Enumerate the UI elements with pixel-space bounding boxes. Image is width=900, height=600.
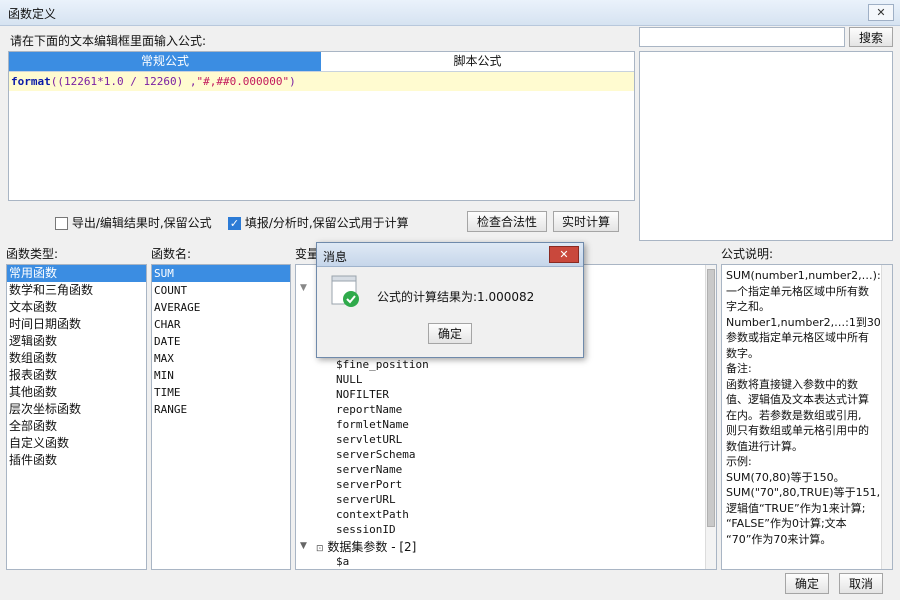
option-export-label: 导出/编辑结果时,保留公式 (71, 216, 212, 230)
dialog-ok-button[interactable]: 确定 (428, 323, 472, 344)
description-line: “FALSE”作为0计算;文本 (726, 517, 847, 530)
dataset-group-label: 数据集参数 - [2] (327, 540, 417, 554)
description-line: 参数或指定单元格区域中所有 (726, 331, 869, 344)
description-line: 函数将直接键入参数中的数 (726, 377, 858, 391)
dataset-group[interactable]: ⊡ 数据集参数 - [2] (316, 538, 416, 555)
variable-item[interactable]: serverName (336, 462, 429, 477)
collapse-arrow-icon[interactable]: ▼ (300, 541, 307, 551)
dialog-title-bar: 消息 ✕ (317, 243, 583, 267)
function-name-item[interactable]: TIME (152, 384, 290, 401)
function-type-item[interactable]: 常用函数 (7, 265, 146, 282)
description-line: 值、逻辑值及文本表达式计算 (726, 393, 869, 406)
formula-close: ) (289, 75, 296, 88)
checkbox-fill-icon[interactable]: ✓ (228, 217, 241, 230)
function-type-item[interactable]: 插件函数 (7, 452, 146, 469)
dialog-title: 消息 (323, 250, 348, 264)
function-type-item[interactable]: 逻辑函数 (7, 333, 146, 350)
function-type-item[interactable]: 报表函数 (7, 367, 146, 384)
dialog-message: 公式的计算结果为:1.000082 (377, 290, 535, 304)
function-type-item[interactable]: 层次坐标函数 (7, 401, 146, 418)
tab-script-formula[interactable]: 脚本公式 (321, 52, 634, 71)
description-line: 一个指定单元格区域中所有数 (726, 284, 869, 298)
function-type-label: 函数类型: (6, 247, 59, 261)
function-name-item[interactable]: AVERAGE (152, 299, 290, 316)
function-name-label: 函数名: (151, 247, 192, 261)
function-name-item[interactable]: DATE (152, 333, 290, 350)
dataset-folder-icon: ⊡ (316, 544, 324, 554)
description-line: 数字。 (726, 346, 759, 360)
formula-editor-panel: 常规公式 脚本公式 format((12261*1.0 / 12260) ,"#… (8, 51, 635, 201)
description-line: Number1,number2,…:1到30个 (726, 315, 892, 329)
description-line: SUM(70,80)等于150。 (726, 470, 845, 484)
formula-args: ((12261*1.0 / 12260) , (50, 75, 197, 88)
description-scrollbar[interactable] (881, 265, 892, 569)
function-name-item[interactable]: MAX (152, 350, 290, 367)
function-name-item[interactable]: CHAR (152, 316, 290, 333)
description-line: SUM("70",80,TRUE)等于151, (726, 486, 881, 499)
dialog-close-icon[interactable]: ✕ (549, 246, 579, 263)
success-icon (331, 275, 361, 309)
description-line: 示例: (726, 455, 752, 468)
description-line: 字之和。 (726, 300, 770, 313)
description-panel: SUM(number1,number2,…):求 一个指定单元格区域中所有数 字… (721, 264, 893, 570)
description-line: 逻辑值“TRUE”作为1来计算; (726, 501, 866, 515)
description-line: SUM(number1,number2,…):求 (726, 269, 892, 282)
variable-item[interactable]: serverSchema (336, 447, 429, 462)
variable-item[interactable]: servletURL (336, 432, 429, 447)
variable-item[interactable]: serverPort (336, 477, 429, 492)
option-fill-label: 填报/分析时,保留公式用于计算 (244, 216, 409, 230)
message-dialog: 消息 ✕ 公式的计算结果为:1.000082 确定 (316, 242, 584, 358)
variables-list: $fine_position NULL NOFILTER reportName … (336, 357, 429, 537)
variable-item[interactable]: serverURL (336, 492, 429, 507)
search-button[interactable]: 搜索 (849, 27, 893, 47)
variables-scroll-thumb[interactable] (707, 269, 715, 527)
checkbox-export[interactable] (55, 217, 68, 230)
function-name-item[interactable]: MIN (152, 367, 290, 384)
variable-item[interactable]: contextPath (336, 507, 429, 522)
function-name-item[interactable]: RANGE (152, 401, 290, 418)
function-type-item[interactable]: 文本函数 (7, 299, 146, 316)
option-keep-on-export[interactable]: 导出/编辑结果时,保留公式 (55, 214, 212, 231)
description-line: “70”作为70来计算。 (726, 532, 832, 546)
function-type-item[interactable]: 数组函数 (7, 350, 146, 367)
window-title: 函数定义 (8, 7, 57, 21)
function-type-item[interactable]: 其他函数 (7, 384, 146, 401)
cancel-button[interactable]: 取消 (839, 573, 883, 594)
description-line: 则只有数组或单元格引用中的 (726, 424, 869, 437)
function-name-item[interactable]: SUM (152, 265, 290, 282)
function-name-list: SUM COUNT AVERAGE CHAR DATE MAX MIN TIME… (151, 264, 291, 570)
function-name-item[interactable]: COUNT (152, 282, 290, 299)
tab-regular-formula[interactable]: 常规公式 (9, 52, 321, 71)
instruction-label: 请在下面的文本编辑框里面输入公式: (10, 34, 207, 48)
function-type-list: 常用函数 数学和三角函数 文本函数 时间日期函数 逻辑函数 数组函数 报表函数 … (6, 264, 147, 570)
function-type-item[interactable]: 数学和三角函数 (7, 282, 146, 299)
dataset-variable-item[interactable]: $a (336, 554, 349, 569)
ok-button[interactable]: 确定 (785, 573, 829, 594)
expand-arrow-icon[interactable]: ▼ (300, 283, 307, 293)
function-type-item[interactable]: 全部函数 (7, 418, 146, 435)
check-validity-button[interactable]: 检查合法性 (467, 211, 547, 232)
search-input[interactable] (639, 27, 845, 47)
realtime-calc-button[interactable]: 实时计算 (553, 211, 619, 232)
description-line: 备注: (726, 362, 752, 375)
function-type-item[interactable]: 自定义函数 (7, 435, 146, 452)
formula-input[interactable]: format((12261*1.0 / 12260) ,"#,##0.00000… (9, 72, 634, 91)
option-keep-on-fill[interactable]: ✓ 填报/分析时,保留公式用于计算 (228, 214, 409, 231)
variable-item[interactable]: NOFILTER (336, 387, 429, 402)
window-close-icon[interactable]: ✕ (868, 4, 894, 21)
description-label: 公式说明: (721, 247, 774, 261)
function-type-item[interactable]: 时间日期函数 (7, 316, 146, 333)
variable-item[interactable]: formletName (336, 417, 429, 432)
search-results-panel (639, 51, 893, 241)
variable-item[interactable]: NULL (336, 372, 429, 387)
window-title-bar: 函数定义 ✕ (0, 0, 900, 26)
variables-scrollbar[interactable] (705, 265, 716, 569)
variable-item[interactable]: sessionID (336, 522, 429, 537)
formula-string: "#,##0.000000" (196, 75, 290, 88)
description-line: 数值进行计算。 (726, 439, 803, 453)
formula-function: format (11, 75, 51, 88)
description-line: 在内。若参数是数组或引用, (726, 408, 862, 422)
variable-item[interactable]: $fine_position (336, 357, 429, 372)
variable-item[interactable]: reportName (336, 402, 429, 417)
